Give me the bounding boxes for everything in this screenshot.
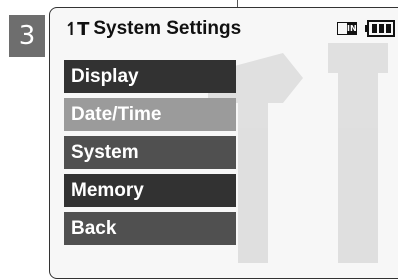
settings-menu: Display Date/Time System Memory Back (64, 60, 236, 250)
menu-item-memory[interactable]: Memory (64, 174, 236, 207)
memory-card-label: IN (347, 23, 357, 34)
menu-item-date-time[interactable]: Date/Time (64, 98, 236, 131)
tools-icon: ↿T (64, 18, 89, 40)
menu-item-system[interactable]: System (64, 136, 236, 169)
battery-icon (365, 20, 395, 37)
step-number-badge: 3 (9, 15, 45, 57)
screen-title: System Settings (93, 18, 242, 39)
menu-item-back[interactable]: Back (64, 212, 236, 245)
lcd-screen: ↿T System Settings IN Display Date/Time … (49, 7, 398, 279)
memory-card-icon: IN (337, 22, 357, 35)
menu-item-display[interactable]: Display (64, 60, 236, 93)
